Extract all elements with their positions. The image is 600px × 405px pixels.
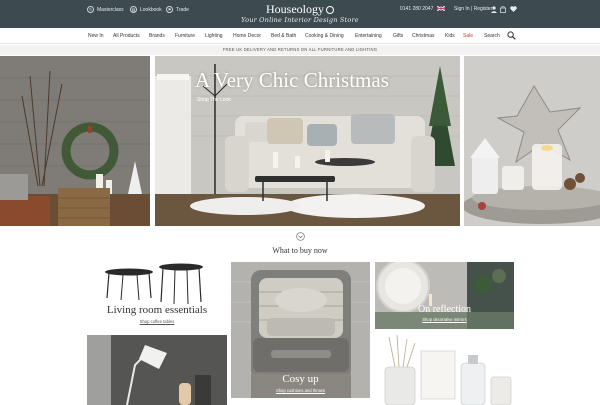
account-link[interactable]: Sign In | Register <box>454 6 492 12</box>
logo-mark-icon <box>326 6 334 15</box>
what-to-buy-heading: What to buy now <box>272 246 328 255</box>
tile-lighting[interactable] <box>87 335 227 405</box>
nav-item-new-in[interactable]: New In <box>88 33 104 39</box>
houseology-mark-icon <box>296 232 305 241</box>
nav-item-cooking-dining[interactable]: Cooking & Dining <box>305 33 344 39</box>
hero-title: A Very Chic Christmas <box>195 68 389 92</box>
basket-icon[interactable] <box>500 6 506 13</box>
search-icon[interactable] <box>507 31 516 40</box>
phone-text: 0141 280 2047 <box>400 6 434 12</box>
reed-diffusers-image <box>375 333 514 405</box>
phone-number: 0141 280 2047 <box>400 6 433 12</box>
nav-item-home-decor[interactable]: Home Decor <box>233 33 261 39</box>
shop-cushions-throws-link[interactable]: Shop cushions and throws <box>231 388 370 393</box>
nav-item-lighting[interactable]: Lighting <box>205 33 223 39</box>
tile-title-cosy-up: Cosy up <box>282 373 319 385</box>
tile-on-reflection[interactable]: On reflection Shop decorative mirrors <box>375 262 514 329</box>
nav-item-all-products[interactable]: All Products <box>113 33 140 39</box>
tagline: Your Online Interior Design Store <box>241 16 359 24</box>
nav-item-bed-bath[interactable]: Bed & Bath <box>271 33 296 39</box>
nav-item-christmas[interactable]: Christmas <box>412 33 435 39</box>
hero-right-image[interactable] <box>462 56 600 226</box>
nav-item-search[interactable]: Search <box>484 33 500 39</box>
nav-item-gifts[interactable]: Gifts <box>393 33 403 39</box>
hero-left-image[interactable] <box>0 56 153 226</box>
tile-title-living-room: Living room essentials <box>106 304 208 316</box>
shop-coffee-tables-link[interactable]: Shop coffee tables <box>87 319 227 324</box>
delivery-banner[interactable]: FREE UK DELIVERY AND RETURNS ON ALL FURN… <box>0 45 600 55</box>
tile-home-fragrance[interactable] <box>375 333 514 405</box>
tile-title-on-reflection: On reflection <box>417 304 472 315</box>
candle-tray-scene-image <box>462 56 600 226</box>
tile-cosy-up[interactable]: Cosy up Shop cushions and throws <box>231 262 370 398</box>
wishlist-heart-icon[interactable] <box>510 6 517 12</box>
shop-the-look-link[interactable]: Shop The Look <box>197 97 231 103</box>
christmas-wreath-scene-image <box>0 56 153 226</box>
nav-item-brands[interactable]: Brands <box>149 33 165 39</box>
shop-decorative-mirrors-link[interactable]: Shop decorative mirrors <box>375 317 514 322</box>
desk-lamp-image <box>87 335 227 405</box>
user-icon[interactable] <box>491 6 497 13</box>
nav-item-kids[interactable]: Kids <box>445 33 455 39</box>
account-text: Sign In | Register <box>454 6 493 12</box>
tile-living-room-essentials[interactable]: Living room essentials Shop coffee table… <box>87 262 227 332</box>
main-navigation: New In All Products Brands Furniture Lig… <box>0 28 600 44</box>
hero-banner[interactable]: A Very Chic Christmas Shop The Look <box>155 56 460 226</box>
nav-item-furniture[interactable]: Furniture <box>175 33 195 39</box>
logo-text: Houseology <box>266 2 324 16</box>
top-bar: ✎ Masterclass ▤ Lookbook ⚑ Trade Houseol… <box>0 0 600 28</box>
nav-item-sale[interactable]: Sale <box>463 33 473 39</box>
nav-item-entertaining[interactable]: Entertaining <box>355 33 382 39</box>
uk-flag-icon[interactable] <box>437 6 445 11</box>
